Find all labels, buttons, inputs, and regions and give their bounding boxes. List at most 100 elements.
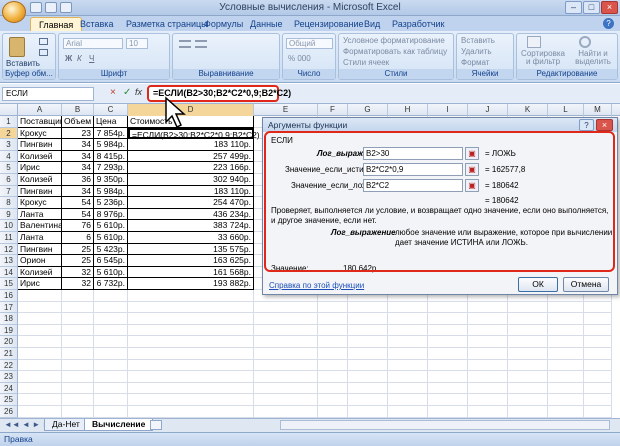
grid-cell[interactable]: 5 610р. [94,232,128,244]
grid-cell[interactable] [428,324,468,337]
grid-cell[interactable]: Стоимость [128,116,254,128]
grid-cell[interactable] [468,382,508,395]
grid-cell[interactable] [548,394,584,406]
grid-cell[interactable]: 8 976р. [94,208,128,221]
tab-insert[interactable]: Вставка [72,17,121,31]
grid-cell[interactable] [548,301,584,314]
grid-cell[interactable] [428,382,468,395]
grid-cell[interactable] [18,313,62,325]
grid-cell[interactable]: 5 984р. [94,185,128,198]
grid-cell[interactable]: 6 [62,232,94,244]
row-header[interactable]: 9 [0,208,18,221]
grid-cell[interactable] [348,336,388,348]
grid-cell[interactable]: Ирис [18,162,62,174]
row-header[interactable]: 2 [0,127,18,140]
horizontal-scrollbar[interactable] [280,420,610,430]
grid-cell[interactable] [508,313,548,325]
grid-cell[interactable]: 23 [62,127,94,140]
grid-cell[interactable] [128,406,254,418]
grid-cell[interactable] [508,394,548,406]
grid-cell[interactable] [18,406,62,418]
column-header[interactable]: J [468,104,508,116]
grid-cell[interactable]: Колизей [18,174,62,186]
grid-cell[interactable] [18,371,62,383]
grid-cell[interactable] [128,382,254,395]
maximize-button[interactable]: □ [583,1,600,14]
row-header[interactable]: 6 [0,174,18,186]
column-header[interactable]: A [18,104,62,116]
format-cells-button[interactable]: Формат [461,58,489,67]
copy-icon[interactable] [39,49,48,56]
grid-cell[interactable] [468,406,508,418]
grid-cell[interactable] [468,336,508,348]
grid-cell[interactable] [348,406,388,418]
grid-cell[interactable] [468,324,508,337]
select-all-corner[interactable] [0,104,18,116]
enter-icon[interactable]: ✓ [123,87,131,98]
save-icon[interactable] [30,2,42,13]
grid-cell[interactable] [18,348,62,360]
grid-cell[interactable]: 257 499р. [128,150,254,163]
cancel-button[interactable]: Отмена [563,277,609,292]
grid-cell[interactable] [348,324,388,337]
grid-cell[interactable]: 183 110р. [128,185,254,198]
row-header[interactable]: 7 [0,185,18,198]
column-header[interactable]: H [388,104,428,116]
row-header[interactable]: 16 [0,290,18,302]
grid-cell[interactable]: 25 [62,255,94,267]
row-header[interactable]: 5 [0,162,18,174]
grid-cell[interactable]: Крокус [18,127,62,140]
tab-data[interactable]: Данные [242,17,291,31]
grid-cell[interactable]: 5 610р. [94,220,128,232]
grid-cell[interactable]: Объем [62,116,94,128]
grid-cell[interactable] [62,382,94,395]
grid-cell[interactable] [128,394,254,406]
grid-cell[interactable]: 193 882р. [128,278,254,290]
grid-cell[interactable] [18,301,62,314]
grid-cell[interactable] [318,324,348,337]
grid-cell[interactable] [94,394,128,406]
grid-cell[interactable] [388,301,428,314]
column-header[interactable]: L [548,104,584,116]
grid-cell[interactable] [508,336,548,348]
conditional-format-button[interactable]: Условное форматирование [343,36,445,45]
sort-filter-icon[interactable] [527,36,541,48]
font-size-select[interactable]: 10 [126,38,148,49]
grid-cell[interactable] [548,382,584,395]
grid-cell[interactable]: 54 [62,197,94,209]
row-header[interactable]: 13 [0,255,18,267]
grid-cell[interactable]: Цена [94,116,128,128]
grid-cell[interactable] [94,301,128,314]
grid-cell[interactable] [318,382,348,395]
grid-cell[interactable] [94,336,128,348]
grid-cell[interactable]: 6 732р. [94,278,128,290]
grid-cell[interactable]: 5 984р. [94,139,128,151]
grid-cell[interactable] [128,348,254,360]
grid-cell[interactable] [254,348,318,360]
grid-cell[interactable] [348,371,388,383]
grid-cell[interactable] [318,359,348,372]
grid-cell[interactable]: 6 545р. [94,255,128,267]
grid-cell[interactable] [548,313,584,325]
grid-cell[interactable] [584,382,612,395]
grid-cell[interactable] [388,313,428,325]
grid-cell[interactable] [508,359,548,372]
grid-cell[interactable] [62,290,94,302]
grid-cell[interactable] [468,348,508,360]
cut-icon[interactable] [39,38,48,45]
grid-cell[interactable] [468,313,508,325]
row-header[interactable]: 17 [0,301,18,314]
grid-cell[interactable] [94,382,128,395]
grid-cell[interactable] [94,324,128,337]
active-cell[interactable]: =ЕСЛИ(B2>30;B2*C2*0,9;B2*C2) [128,127,260,140]
grid-cell[interactable]: Пингвин [18,185,62,198]
grid-cell[interactable] [584,394,612,406]
grid-cell[interactable] [388,359,428,372]
insert-sheet-icon[interactable] [150,420,162,430]
row-header[interactable]: 4 [0,150,18,163]
grid-cell[interactable] [548,336,584,348]
ok-button[interactable]: ОК [518,277,558,292]
office-button[interactable] [2,1,26,23]
grid-cell[interactable] [62,348,94,360]
grid-cell[interactable] [428,394,468,406]
